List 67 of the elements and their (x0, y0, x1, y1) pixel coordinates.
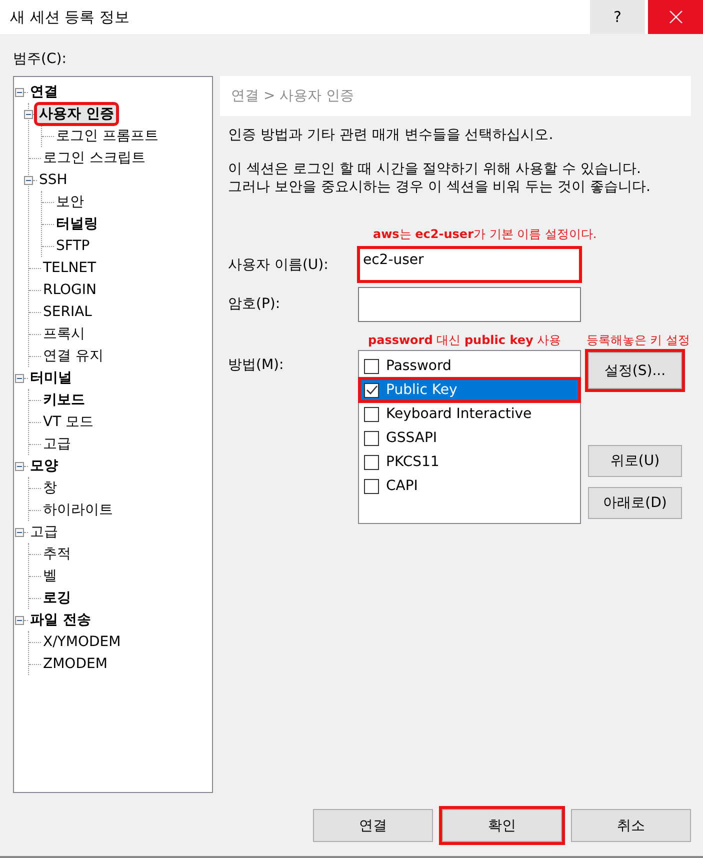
annotation-text: password 대신 public key 사용 (368, 332, 562, 349)
dialog-button[interactable]: 연결 (313, 809, 433, 842)
tree-item[interactable]: SERIAL (41, 304, 94, 320)
tree-item[interactable]: RLOGIN (41, 282, 98, 298)
collapse-icon[interactable] (15, 616, 24, 624)
side-button[interactable]: 위로(U) (588, 445, 682, 477)
tree-item[interactable]: 로깅 (41, 589, 73, 607)
tree-item[interactable]: 모양 (28, 457, 60, 475)
tree-item[interactable]: VT 모드 (41, 413, 96, 431)
description-text: 인증 방법과 기타 관련 매개 변수들을 선택하십시오. (228, 126, 554, 144)
checkbox[interactable] (364, 430, 379, 446)
password-field[interactable] (358, 287, 581, 322)
tree-item[interactable]: SFTP (54, 238, 92, 254)
collapse-icon[interactable] (15, 374, 24, 382)
tree-item[interactable]: 프록시 (41, 325, 87, 343)
description-text: 이 섹션은 로그인 할 때 시간을 절약하기 위해 사용할 수 있습니다. 그러나 보안을 중요시하는 경우 이 섹션을 비워 두는 것이 좋습니다. (228, 160, 651, 196)
collapse-icon[interactable] (15, 528, 24, 536)
tree-item[interactable]: 보안 (54, 193, 86, 211)
method-item[interactable]: Keyboard Interactive (359, 402, 580, 426)
checkbox[interactable] (364, 478, 379, 494)
tree-item[interactable]: 고급 (41, 435, 73, 453)
collapse-icon[interactable] (15, 88, 24, 96)
checkbox[interactable] (364, 382, 379, 398)
method-item[interactable]: CAPI (359, 474, 580, 498)
tree-item[interactable]: X/YMODEM (41, 634, 123, 650)
checkbox[interactable] (364, 358, 379, 374)
help-button[interactable]: ? (590, 0, 645, 34)
side-button[interactable]: 아래로(D) (588, 487, 682, 519)
method-label: 방법(M): (228, 356, 285, 375)
tree-item[interactable]: 연결 유지 (41, 347, 106, 365)
close-icon (668, 10, 682, 24)
tree-item[interactable]: 벨 (41, 567, 59, 585)
tree-item[interactable]: 로그인 프롬프트 (54, 127, 160, 145)
tree-item[interactable]: TELNET (41, 260, 98, 276)
collapse-icon[interactable] (15, 462, 24, 470)
checkbox[interactable] (364, 406, 379, 422)
tree-item[interactable]: 키보드 (41, 391, 87, 409)
dialog-button[interactable]: 취소 (571, 809, 691, 842)
method-item[interactable]: Public Key (359, 378, 580, 402)
tree-item[interactable]: 터널링 (54, 215, 100, 233)
tree-item[interactable]: 하이라이트 (41, 501, 115, 519)
collapse-icon[interactable] (24, 110, 33, 118)
annotation-text: aws는 ec2-user가 기본 이름 설정이다. (373, 226, 597, 243)
method-item[interactable]: Password (359, 354, 580, 378)
dialog-button[interactable]: 확인 (442, 809, 562, 842)
username-field[interactable]: ec2-user (358, 247, 581, 282)
tree-item[interactable]: 터미널 (28, 369, 74, 387)
side-button[interactable]: 설정(S)... (588, 352, 682, 389)
tree-item[interactable]: SSH (37, 172, 70, 188)
window-title: 새 세션 등록 정보 (9, 8, 130, 26)
username-label: 사용자 이름(U): (228, 256, 330, 275)
tree-item[interactable]: 파일 전송 (28, 611, 93, 629)
annotation-text: 등록해놓은 키 설정 (586, 332, 690, 349)
tree-item[interactable]: 추적 (41, 545, 73, 563)
tree-item[interactable]: 사용자 인증 (37, 105, 116, 123)
tree-item[interactable]: 고급 (28, 523, 60, 541)
category-label: 범주(C): (13, 50, 68, 68)
tree-item[interactable]: 로그인 스크립트 (41, 149, 148, 167)
method-item[interactable]: GSSAPI (359, 426, 580, 450)
tree-item[interactable]: 연결 (28, 83, 60, 101)
collapse-icon[interactable] (24, 176, 33, 184)
password-label: 암호(P): (228, 295, 282, 314)
method-item[interactable]: PKCS11 (359, 450, 580, 474)
checkbox[interactable] (364, 454, 379, 470)
tree-item[interactable]: ZMODEM (41, 656, 110, 672)
breadcrumb: 연결 > 사용자 인증 (220, 76, 691, 116)
tree-item[interactable]: 창 (41, 479, 59, 497)
